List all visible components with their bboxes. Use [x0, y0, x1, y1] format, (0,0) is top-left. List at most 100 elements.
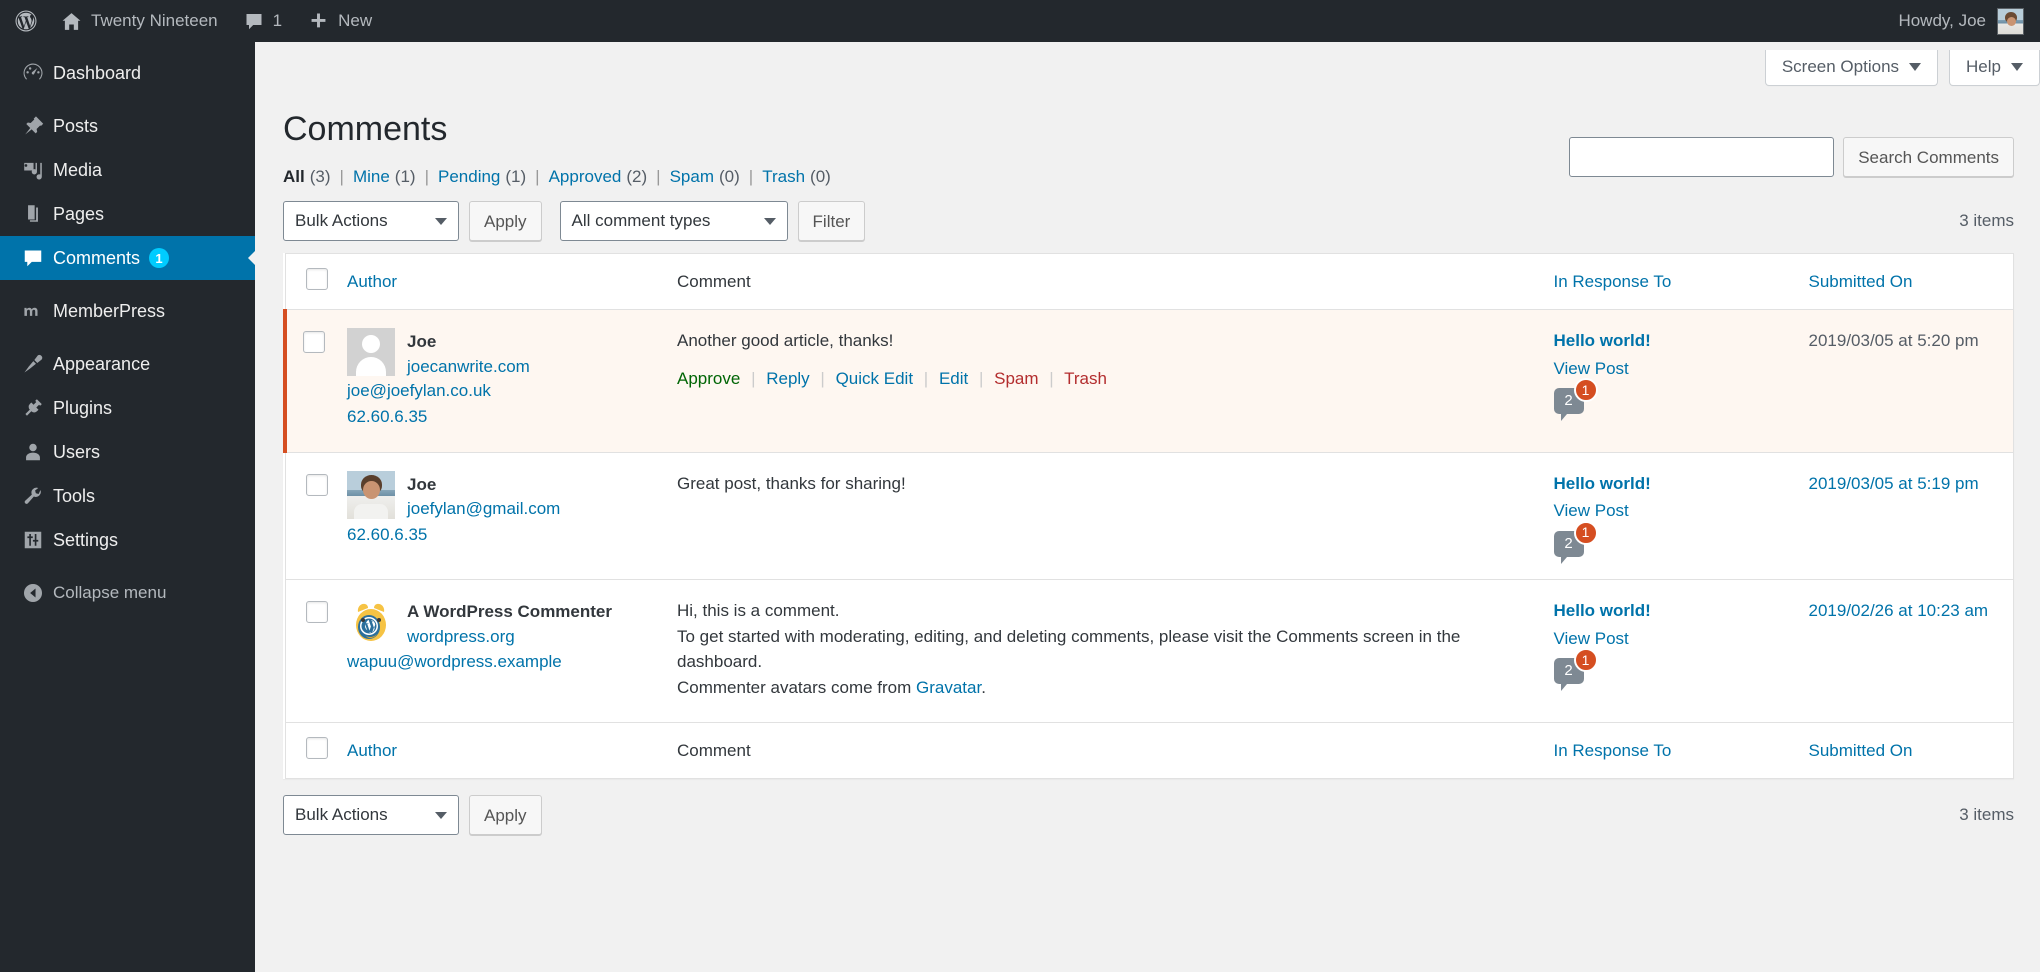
sidebar-item-tools[interactable]: Tools	[0, 474, 255, 518]
author-ip-link[interactable]: 62.60.6.35	[347, 523, 657, 548]
author-email-link[interactable]: wapuu@wordpress.example	[347, 650, 657, 675]
sidebar-item-label: Appearance	[53, 353, 151, 374]
comment-cell: Hi, this is a comment. To get started wi…	[667, 580, 1544, 723]
wordpress-logo-button[interactable]	[0, 0, 48, 42]
filter-link-pending[interactable]: Pending	[438, 167, 500, 187]
edit-link[interactable]: Edit	[939, 369, 968, 388]
author-url-link[interactable]: joecanwrite.com	[407, 357, 530, 376]
collapse-menu-button[interactable]: Collapse menu	[0, 571, 255, 615]
column-footer-author[interactable]: Author	[337, 722, 667, 779]
table-header-row: Author Comment In Response To Submitted …	[285, 253, 2014, 311]
row-checkbox[interactable]	[303, 331, 325, 354]
search-box: Search Comments	[1569, 137, 2014, 177]
column-header-date[interactable]: Submitted On	[1798, 253, 2014, 311]
approve-link[interactable]: Approve	[677, 369, 740, 388]
column-sort-response[interactable]: In Response To	[1554, 272, 1672, 291]
action-separator: |	[820, 368, 825, 388]
comments-bubble-menu[interactable]: 1	[231, 0, 295, 42]
column-sort-date-footer[interactable]: Submitted On	[1809, 741, 1913, 760]
column-footer-response[interactable]: In Response To	[1543, 722, 1799, 779]
row-checkbox[interactable]	[305, 601, 328, 623]
reply-link[interactable]: Reply	[766, 369, 809, 388]
column-sort-date[interactable]: Submitted On	[1809, 272, 1913, 291]
chevron-down-icon	[763, 218, 776, 226]
filter-item-pending: Pending (1)	[438, 167, 526, 187]
view-post-link[interactable]: View Post	[1554, 498, 1789, 524]
comment-cell: Another good article, thanks! Approve | …	[667, 310, 1544, 453]
filter-link-mine[interactable]: Mine	[353, 167, 390, 187]
gravatar-link[interactable]: Gravatar	[916, 678, 981, 697]
sidebar-item-comments[interactable]: Comments 1	[0, 236, 256, 280]
items-count-bottom: 3 items	[1959, 805, 2014, 824]
author-ip-link[interactable]: 62.60.6.35	[347, 405, 657, 430]
comment-count-badge-wrapper[interactable]: 2 1	[1553, 520, 1598, 564]
screen-options-label: Screen Options	[1781, 57, 1900, 76]
sidebar-item-users[interactable]: Users	[0, 430, 255, 474]
dashboard-icon	[13, 62, 53, 84]
column-header-response[interactable]: In Response To	[1543, 253, 1799, 311]
filter-link-trash[interactable]: Trash	[762, 167, 805, 187]
site-name-menu[interactable]: Twenty Nineteen	[48, 0, 231, 42]
menu-spacer	[0, 333, 255, 342]
sidebar-item-appearance[interactable]: Appearance	[0, 342, 255, 386]
avatar[interactable]	[1997, 7, 2024, 35]
filter-link-approved[interactable]: Approved	[549, 167, 622, 187]
sidebar-item-posts[interactable]: Posts	[0, 104, 255, 148]
new-content-menu[interactable]: New	[295, 0, 385, 42]
comment-line-tail: .	[981, 677, 986, 697]
select-all-checkbox-top[interactable]	[305, 268, 328, 291]
comment-type-select[interactable]: All comment types	[559, 201, 788, 242]
row-checkbox[interactable]	[305, 473, 328, 496]
column-label-comment-footer: Comment	[677, 740, 751, 760]
response-post-link[interactable]: Hello world!	[1554, 471, 1789, 497]
apply-button-bottom[interactable]: Apply	[469, 795, 542, 835]
filter-count-all: (3)	[309, 167, 331, 187]
select-all-checkbox-bottom[interactable]	[305, 737, 328, 759]
bulk-actions-select-top[interactable]: Bulk Actions	[283, 201, 459, 242]
filter-link-all[interactable]: All	[283, 167, 305, 187]
date-cell: 2019/03/05 at 5:19 pm	[1799, 452, 2014, 579]
submitted-on-date-link[interactable]: 2019/03/05 at 5:19 pm	[1809, 474, 1979, 493]
column-sort-author[interactable]: Author	[347, 272, 397, 291]
spam-link[interactable]: Spam	[994, 369, 1038, 388]
bulk-actions-selected-value: Bulk Actions	[295, 211, 388, 231]
column-sort-response-footer[interactable]: In Response To	[1554, 741, 1672, 760]
trash-link[interactable]: Trash	[1064, 369, 1107, 388]
filter-link-spam[interactable]: Spam	[670, 167, 714, 187]
sidebar-item-dashboard[interactable]: Dashboard	[0, 51, 255, 95]
view-post-link[interactable]: View Post	[1554, 626, 1789, 652]
help-button[interactable]: Help	[1949, 50, 2040, 86]
comment-count-badge-wrapper[interactable]: 2 1	[1553, 648, 1598, 692]
search-input[interactable]	[1569, 137, 1835, 177]
screen-options-button[interactable]: Screen Options	[1764, 50, 1939, 86]
sidebar-item-memberpress[interactable]: MemberPress	[0, 289, 255, 333]
comment-count-badge-wrapper[interactable]: 2 1	[1553, 378, 1598, 422]
sidebar-item-plugins[interactable]: Plugins	[0, 386, 255, 430]
author-identity: Joe joefylan@gmail.com	[407, 471, 560, 522]
comment-line-text: Commenter avatars come from	[677, 677, 917, 697]
author-url-link[interactable]: wordpress.org	[407, 627, 515, 646]
filter-button[interactable]: Filter	[797, 201, 866, 242]
author-email-link[interactable]: joefylan@gmail.com	[407, 499, 560, 518]
bulk-actions-select-bottom[interactable]: Bulk Actions	[283, 795, 459, 835]
column-footer-date[interactable]: Submitted On	[1798, 722, 2014, 779]
howdy-label[interactable]: Howdy, Joe	[1898, 11, 1986, 31]
submitted-on-date-link[interactable]: 2019/02/26 at 10:23 am	[1809, 601, 1989, 620]
author-email-link[interactable]: joe@joefylan.co.uk	[347, 381, 491, 400]
row-select-cell	[285, 580, 337, 723]
response-post-link[interactable]: Hello world!	[1554, 598, 1789, 624]
sidebar-item-media[interactable]: Media	[0, 148, 255, 192]
plus-icon	[308, 11, 329, 32]
column-sort-author-footer[interactable]: Author	[347, 741, 397, 760]
quick-edit-link[interactable]: Quick Edit	[836, 369, 913, 388]
comment-line: Hi, this is a comment.	[677, 601, 840, 620]
apply-button-top[interactable]: Apply	[469, 201, 542, 242]
sidebar-item-pages[interactable]: Pages	[0, 192, 255, 236]
column-header-author[interactable]: Author	[337, 253, 667, 311]
comments-count-label: 1	[272, 11, 283, 30]
sidebar-item-settings[interactable]: Settings	[0, 518, 255, 562]
comment-line: Great post, thanks for sharing!	[677, 473, 906, 493]
response-post-link[interactable]: Hello world!	[1554, 328, 1789, 354]
comment-line-with-link: Commenter avatars come from Gravatar.	[677, 675, 1534, 701]
search-comments-button[interactable]: Search Comments	[1843, 137, 2014, 177]
